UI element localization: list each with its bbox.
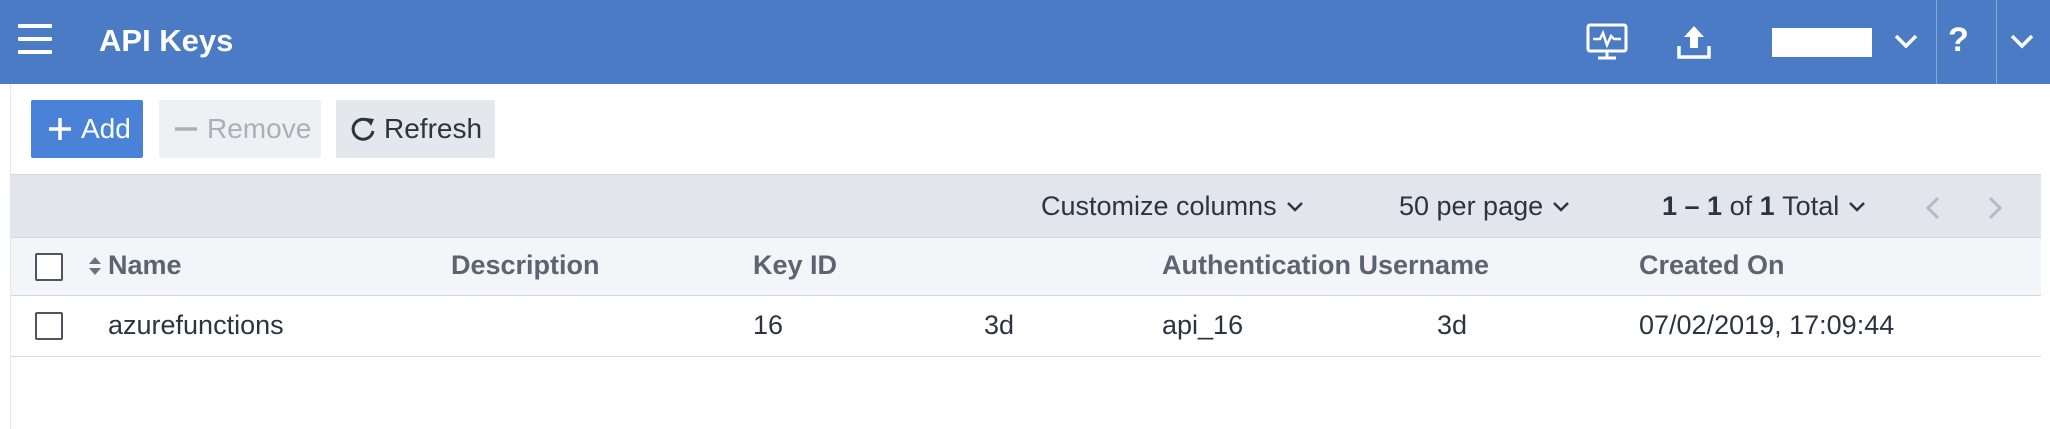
cell-created-on: 07/02/2019, 17:09:44 [1639, 310, 1895, 340]
select-all-checkbox[interactable] [35, 253, 63, 281]
minus-icon [171, 114, 201, 144]
of-label: of [1729, 191, 1753, 221]
cell-auth-username-end: 3d [1437, 310, 1468, 340]
plus-icon [45, 114, 75, 144]
refresh-icon [348, 114, 378, 144]
column-header-name[interactable]: Name [108, 250, 182, 281]
previous-page-icon[interactable] [1919, 193, 1949, 223]
menu-icon[interactable] [18, 24, 52, 54]
next-page-icon[interactable] [1979, 193, 2009, 223]
monitor-icon[interactable] [1583, 18, 1631, 66]
sort-icon[interactable] [88, 254, 102, 278]
header-divider [1936, 0, 1937, 84]
add-button[interactable]: Add [31, 100, 143, 158]
refresh-button-label: Refresh [384, 113, 483, 144]
page-range: 1 – 1 [1662, 191, 1723, 221]
help-icon[interactable]: ? [1948, 18, 1969, 62]
add-button-label: Add [81, 113, 131, 144]
cell-key-id-end: 3d [984, 310, 1015, 340]
column-header-key-id[interactable]: Key ID [753, 250, 837, 281]
cell-name: azurefunctions [108, 310, 284, 340]
top-header: API Keys ? [0, 0, 2050, 84]
column-header-description[interactable]: Description [451, 250, 600, 281]
column-header-created-on[interactable]: Created On [1639, 250, 1785, 281]
row-checkbox[interactable] [35, 312, 63, 340]
pagination-bar: Customize columns 50 per page 1 – 1 of 1… [11, 174, 2041, 238]
cell-key-id-start: 16 [753, 310, 784, 340]
column-header-auth-username[interactable]: Authentication Username [1162, 250, 1489, 281]
refresh-button[interactable]: Refresh [336, 100, 495, 158]
upload-icon[interactable] [1670, 18, 1718, 66]
chevron-down-icon [1849, 201, 1866, 212]
chevron-down-icon [1553, 201, 1570, 212]
chevron-down-icon[interactable] [1890, 24, 1922, 58]
chevron-down-icon[interactable] [2006, 24, 2038, 58]
total-dropdown[interactable]: 1 – 1 of 1 Total [1662, 191, 1867, 222]
page-title: API Keys [99, 23, 234, 58]
chevron-down-icon [1286, 201, 1303, 212]
user-name-box[interactable] [1772, 28, 1872, 57]
per-page-label: 50 per page [1399, 191, 1544, 221]
total-count: 1 [1759, 191, 1775, 221]
table-header: Name Description Key ID Authentication U… [11, 238, 2041, 296]
remove-button[interactable]: Remove [159, 100, 321, 158]
per-page-dropdown[interactable]: 50 per page [1399, 191, 1571, 222]
header-divider [1996, 0, 1997, 84]
customize-columns-label: Customize columns [1041, 191, 1277, 221]
remove-button-label: Remove [207, 113, 312, 144]
cell-auth-username-start: api_16 [1162, 310, 1244, 340]
customize-columns-dropdown[interactable]: Customize columns [1041, 191, 1305, 222]
total-label: Total [1782, 191, 1840, 221]
api-keys-panel: Add Remove Refresh Customize columns 50 … [10, 84, 2041, 429]
table-row[interactable]: azurefunctions 16 3d api_16 3d 07/02/201… [11, 296, 2041, 357]
